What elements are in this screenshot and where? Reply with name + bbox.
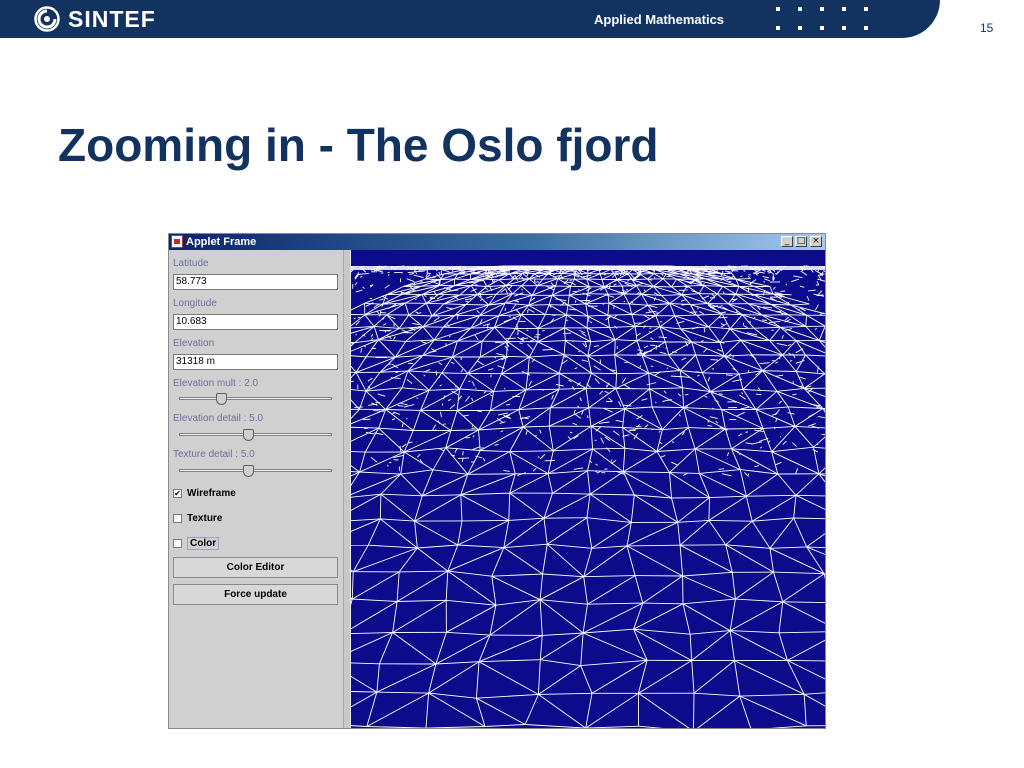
maximize-button[interactable]: □ (795, 236, 807, 247)
control-panel: Latitude 58.773 Longitude 10.683 Elevati… (169, 250, 343, 728)
logo-text: SINTEF (68, 5, 156, 32)
texture-detail-slider-track[interactable] (179, 469, 332, 472)
texture-checkbox[interactable] (173, 513, 182, 523)
slide-title: Zooming in - The Oslo fjord (58, 119, 659, 171)
force-update-button[interactable]: Force update (173, 584, 338, 605)
color-checkbox-row[interactable]: Color (173, 536, 220, 550)
department-label: Applied Mathematics (594, 12, 725, 27)
applet-window: Applet Frame _ □ × Latitude 58.773 Longi… (168, 233, 826, 729)
latitude-field[interactable]: 58.773 (173, 274, 338, 290)
longitude-field[interactable]: 10.683 (173, 314, 338, 330)
wireframe-checkbox[interactable]: ✔ (173, 488, 182, 498)
elevation-detail-label: Elevation detail : 5.0 (173, 413, 264, 424)
elevation-detail-slider-track[interactable] (179, 433, 332, 436)
close-button[interactable]: × (810, 236, 822, 247)
sintef-logo-icon (34, 6, 60, 32)
wireframe-mesh (351, 265, 825, 728)
elevation-mult-slider-track[interactable] (179, 397, 332, 400)
elevation-mult-slider-thumb[interactable] (216, 393, 227, 405)
elevation-label: Elevation (173, 338, 215, 349)
minimize-button[interactable]: _ (781, 236, 793, 247)
color-checkbox-label: Color (187, 536, 220, 550)
latitude-label: Latitude (173, 258, 209, 269)
color-editor-button[interactable]: Color Editor (173, 557, 338, 578)
sintef-logo: SINTEF (34, 6, 156, 32)
texture-checkbox-row[interactable]: Texture (173, 511, 222, 525)
window-title: Applet Frame (186, 236, 257, 248)
page-number: 15 (980, 21, 994, 35)
texture-checkbox-label: Texture (187, 512, 223, 524)
dot-pattern (776, 7, 886, 33)
window-titlebar[interactable]: Applet Frame _ □ × (169, 234, 825, 250)
elevation-field[interactable]: 31318 m (173, 354, 338, 370)
slide-header: SINTEF Applied Mathematics 15 (0, 0, 1024, 40)
texture-detail-slider-thumb[interactable] (243, 465, 254, 477)
terrain-viewport[interactable] (351, 250, 825, 728)
wireframe-checkbox-row[interactable]: ✔ Wireframe (173, 486, 236, 500)
java-applet-icon (171, 235, 183, 248)
split-pane-divider[interactable] (343, 250, 351, 728)
color-checkbox[interactable] (173, 538, 182, 548)
elevation-mult-label: Elevation mult : 2.0 (173, 378, 259, 389)
texture-detail-label: Texture detail : 5.0 (173, 449, 255, 460)
wireframe-checkbox-label: Wireframe (187, 487, 236, 499)
longitude-label: Longitude (173, 298, 217, 309)
elevation-detail-slider-thumb[interactable] (243, 429, 254, 441)
